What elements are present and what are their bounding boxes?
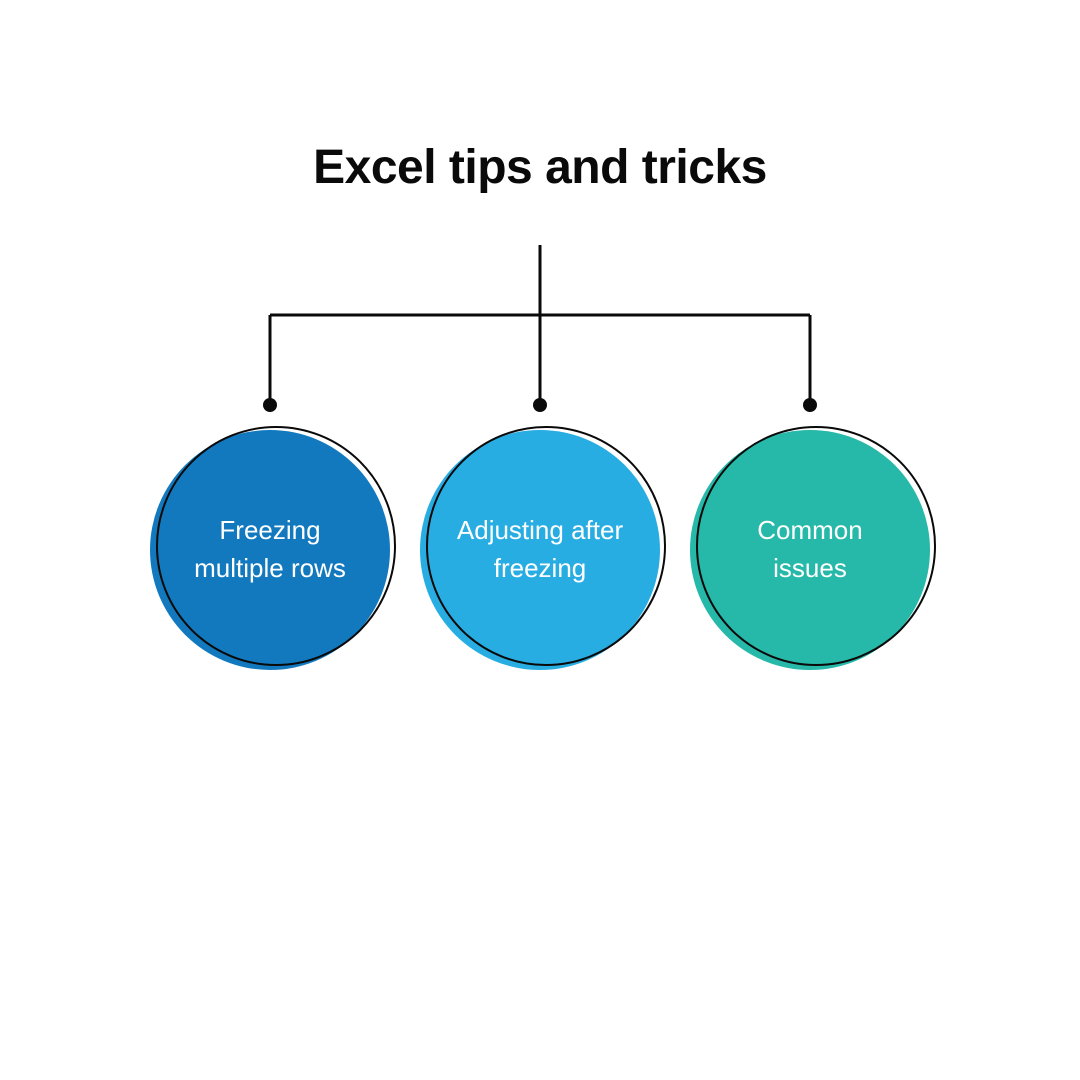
node-label: Adjusting after freezing <box>420 430 660 670</box>
diagram-title: Excel tips and tricks <box>0 140 1080 195</box>
connector-lines <box>0 245 1080 445</box>
node-label: Freezing multiple rows <box>150 430 390 670</box>
node-adjusting-after-freezing: Adjusting after freezing <box>420 430 660 670</box>
node-common-issues: Common issues <box>690 430 930 670</box>
node-freezing-multiple-rows: Freezing multiple rows <box>150 430 390 670</box>
nodes-container: Freezing multiple rows Adjusting after f… <box>0 430 1080 670</box>
node-label: Common issues <box>690 430 930 670</box>
